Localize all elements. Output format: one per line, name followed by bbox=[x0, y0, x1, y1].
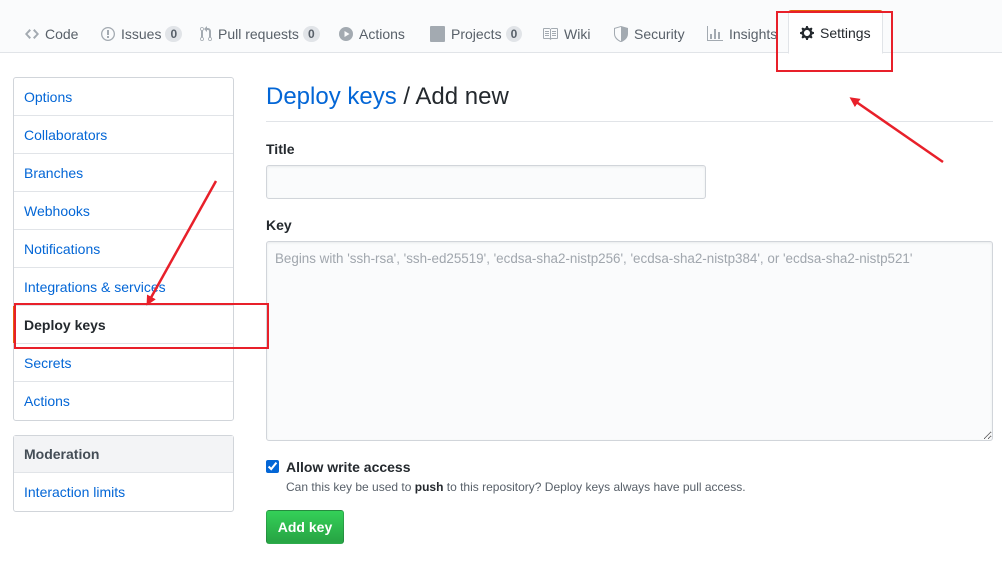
tab-issues[interactable]: Issues 0 bbox=[101, 14, 183, 54]
note-text-bold: push bbox=[414, 480, 444, 494]
add-key-button[interactable]: Add key bbox=[266, 510, 344, 544]
breadcrumb-current: Add new bbox=[415, 83, 509, 110]
allow-write-note: Can this key be used to push to this rep… bbox=[286, 480, 746, 494]
sidebar-item-integrations[interactable]: Integrations & services bbox=[14, 268, 233, 306]
tab-label: Security bbox=[634, 26, 685, 42]
note-text-before: Can this key be used to bbox=[286, 480, 415, 494]
sidebar-item-notifications[interactable]: Notifications bbox=[14, 230, 233, 268]
page-title: Deploy keys / Add new bbox=[266, 80, 993, 122]
sidebar-item-webhooks[interactable]: Webhooks bbox=[14, 192, 233, 230]
settings-sidebar: Options Collaborators Branches Webhooks … bbox=[13, 77, 234, 421]
breadcrumb-deploy-keys-link[interactable]: Deploy keys bbox=[266, 83, 397, 110]
tab-label: Projects bbox=[451, 26, 502, 42]
sidebar-item-options[interactable]: Options bbox=[14, 78, 233, 116]
issues-count-badge: 0 bbox=[165, 26, 183, 42]
sidebar-item-actions[interactable]: Actions bbox=[14, 382, 233, 420]
title-label: Title bbox=[266, 141, 295, 157]
allow-write-label[interactable]: Allow write access bbox=[286, 459, 411, 475]
play-icon bbox=[339, 27, 353, 41]
tab-wiki[interactable]: Wiki bbox=[542, 14, 590, 54]
sidebar-item-interaction-limits[interactable]: Interaction limits bbox=[14, 473, 233, 511]
sidebar-item-collaborators[interactable]: Collaborators bbox=[14, 116, 233, 154]
tab-label: Issues bbox=[121, 26, 162, 42]
sidebar-item-branches[interactable]: Branches bbox=[14, 154, 233, 192]
code-icon bbox=[25, 29, 39, 39]
git-pull-request-icon bbox=[200, 26, 212, 42]
tab-label: Code bbox=[45, 26, 79, 42]
breadcrumb-separator: / bbox=[396, 83, 416, 110]
tab-settings[interactable]: Settings bbox=[788, 10, 883, 54]
key-textarea[interactable] bbox=[266, 241, 993, 441]
tab-label: Settings bbox=[820, 25, 871, 41]
sidebar-item-deploy-keys[interactable]: Deploy keys bbox=[13, 306, 233, 344]
tab-label: Actions bbox=[359, 26, 405, 42]
moderation-sidebar: Moderation Interaction limits bbox=[13, 435, 234, 512]
book-icon bbox=[543, 28, 558, 40]
note-text-after: to this repository? Deploy keys always h… bbox=[443, 480, 746, 494]
tab-label: Insights bbox=[729, 26, 778, 42]
key-label: Key bbox=[266, 217, 292, 233]
tab-actions[interactable]: Actions bbox=[339, 14, 405, 54]
title-input[interactable] bbox=[266, 165, 706, 199]
allow-write-checkbox[interactable] bbox=[266, 460, 279, 473]
graph-icon bbox=[707, 26, 723, 41]
shield-icon bbox=[614, 26, 628, 42]
tab-label: Wiki bbox=[564, 26, 591, 42]
tab-security[interactable]: Security bbox=[614, 14, 685, 54]
repo-nav: Code Issues 0 Pull requests 0 Actions Pr… bbox=[0, 0, 1002, 54]
tab-projects[interactable]: Projects 0 bbox=[430, 14, 523, 54]
tab-insights[interactable]: Insights bbox=[707, 14, 777, 54]
projects-count-badge: 0 bbox=[505, 26, 523, 42]
sidebar-item-secrets[interactable]: Secrets bbox=[14, 344, 233, 382]
pulls-count-badge: 0 bbox=[302, 26, 320, 42]
gear-icon bbox=[800, 26, 814, 40]
project-icon bbox=[430, 26, 445, 42]
tab-pull-requests[interactable]: Pull requests 0 bbox=[200, 14, 320, 54]
tab-label: Pull requests bbox=[218, 26, 299, 42]
tab-code[interactable]: Code bbox=[25, 14, 78, 54]
moderation-heading: Moderation bbox=[14, 436, 233, 473]
issue-opened-icon bbox=[101, 27, 115, 41]
